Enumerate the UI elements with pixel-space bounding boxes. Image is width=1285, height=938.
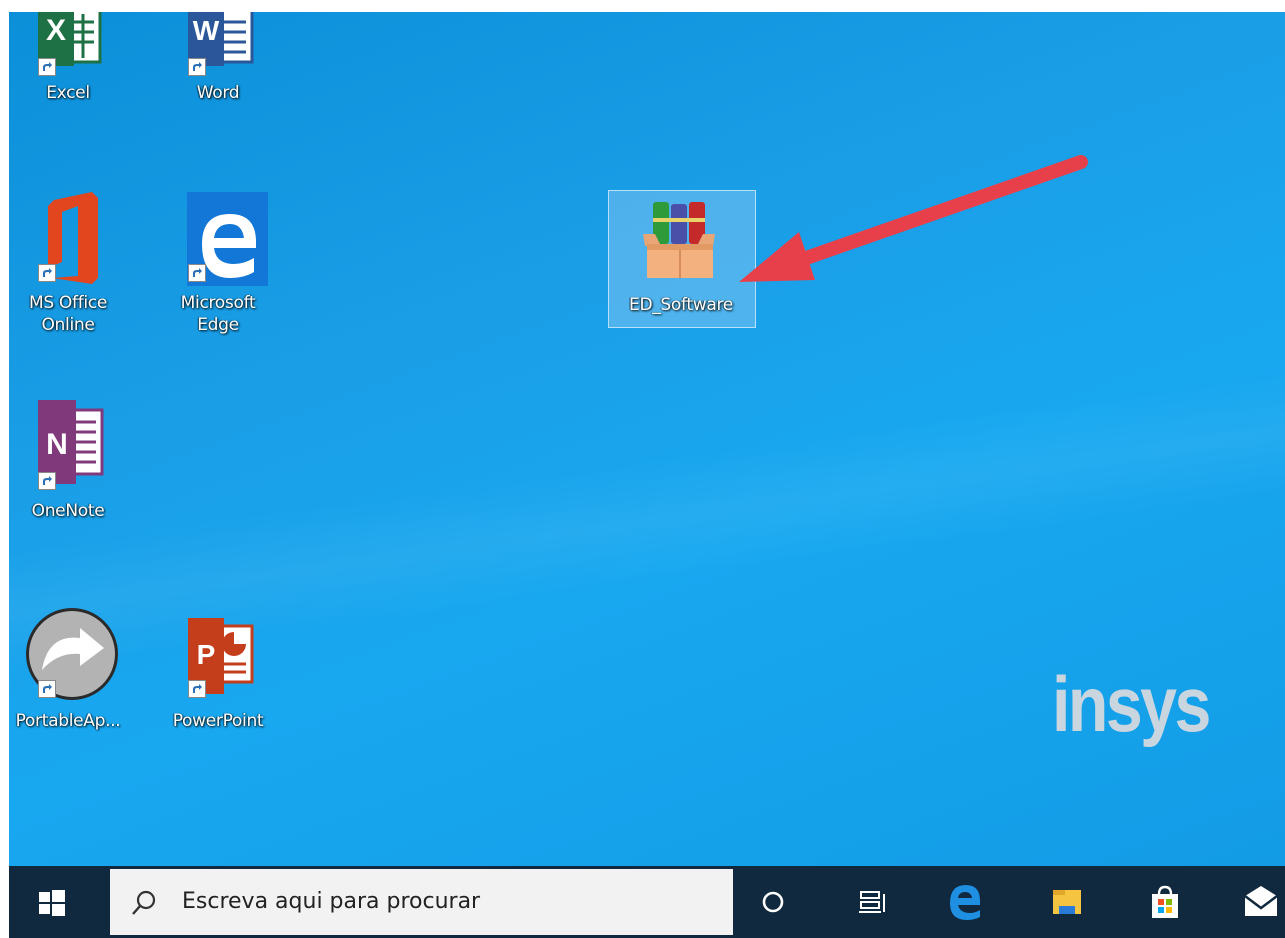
taskbar: Escreva aqui para procurar (9, 866, 1285, 938)
desktop-icon-label: ED_Software (629, 295, 733, 315)
shortcut-arrow-icon (188, 264, 206, 282)
mail-icon[interactable] (1241, 884, 1281, 920)
desktop-icon-label: PortableAp... (15, 711, 121, 731)
cortana-icon[interactable] (755, 884, 791, 920)
desktop-icon-label: Microsoft Edge (180, 293, 256, 335)
desktop-icon-microsoft-edge[interactable]: Microsoft Edge (167, 192, 281, 336)
svg-text:X: X (46, 14, 66, 47)
svg-text:P: P (197, 639, 216, 670)
desktop-icon-onenote[interactable]: N OneNote (17, 400, 119, 522)
office-icon (18, 192, 118, 286)
shortcut-arrow-icon (188, 680, 206, 698)
onenote-icon: N (18, 400, 118, 494)
shortcut-arrow-icon (38, 680, 56, 698)
archive-box-icon (631, 200, 731, 286)
svg-text:W: W (193, 15, 220, 46)
shortcut-arrow-icon (38, 58, 56, 76)
shortcut-arrow-icon (38, 264, 56, 282)
desktop-icon-ed-software[interactable]: ED_Software (629, 200, 733, 316)
desktop-icon-portableapps[interactable]: PortableAp... (16, 608, 121, 732)
store-icon[interactable] (1147, 884, 1183, 920)
annotation-arrow-icon (739, 155, 1088, 282)
desktop-icon-label: PowerPoint (172, 711, 264, 731)
file-explorer-icon[interactable] (1049, 884, 1085, 920)
powerpoint-icon: P (168, 608, 268, 702)
wallpaper-brand-logo: insys (1052, 660, 1211, 748)
search-icon (132, 890, 156, 915)
search-placeholder: Escreva aqui para procurar (182, 889, 481, 914)
desktop-icon-label: MS Office Online (28, 293, 108, 335)
shortcut-arrow-icon (188, 58, 206, 76)
desktop-icon-powerpoint[interactable]: P PowerPoint (167, 608, 269, 732)
desktop-icon-excel[interactable]: X Excel (17, 12, 119, 104)
desktop-icon-word[interactable]: W Word (167, 12, 269, 104)
taskbar-search-box[interactable]: Escreva aqui para procurar (110, 869, 733, 935)
portableapps-icon (18, 608, 118, 702)
shortcut-arrow-icon (38, 472, 56, 490)
edge-icon (168, 192, 281, 286)
desktop-icon-ms-office-online[interactable]: MS Office Online (17, 192, 119, 336)
word-icon: W (168, 12, 268, 96)
svg-text:N: N (46, 428, 68, 461)
excel-icon: X (18, 12, 118, 96)
task-view-icon[interactable] (855, 884, 891, 920)
desktop-icon-label: OneNote (31, 501, 105, 521)
windows-start-icon[interactable] (39, 890, 65, 916)
desktop[interactable]: X Excel W Word MS Office Online Microsof… (9, 12, 1285, 866)
edge-icon[interactable] (944, 881, 984, 921)
